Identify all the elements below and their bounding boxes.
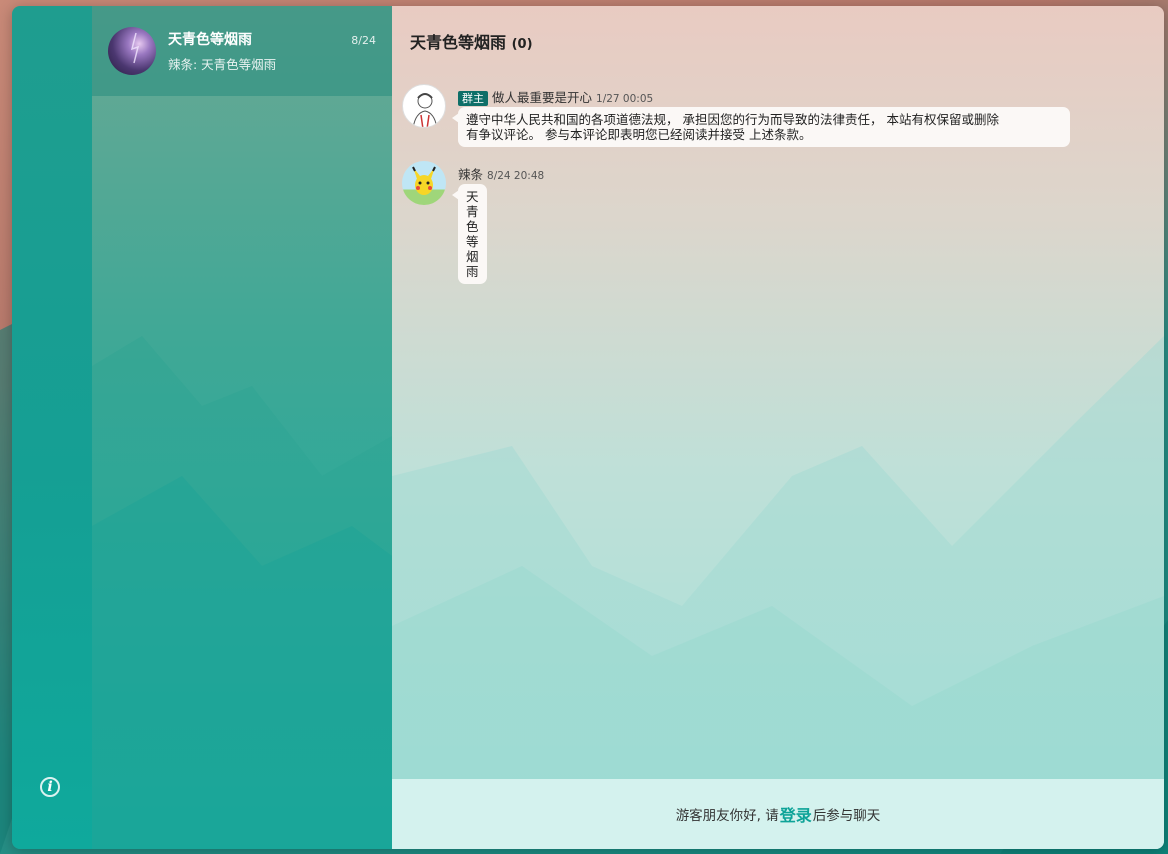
member-count: (0) bbox=[511, 37, 533, 52]
side-rail: i bbox=[12, 6, 92, 849]
chat-title-text: 天青色等烟雨 bbox=[410, 33, 507, 52]
conversation-title: 天青色等烟雨 bbox=[168, 32, 252, 48]
chat-footer: 游客朋友你好, 请 登录 后参与聊天 bbox=[392, 779, 1164, 849]
login-link[interactable]: 登录 bbox=[780, 802, 812, 826]
info-icon[interactable]: i bbox=[40, 777, 60, 797]
footer-prefix: 游客朋友你好, 请 bbox=[675, 808, 779, 824]
message-text: 遵守中华人民共和国的各项道德法规， 承担因您的行为而导致的法律责任， 本站有权保… bbox=[466, 112, 999, 127]
message-text: 天青色等烟雨 bbox=[466, 189, 479, 279]
message-time: 1/27 00:05 bbox=[596, 93, 654, 105]
conversation-preview: 辣条: 天青色等烟雨 bbox=[168, 57, 277, 72]
conversation-list: 天青色等烟雨 8/24 辣条: 天青色等烟雨 bbox=[92, 6, 392, 849]
chat-window: i 天青色等烟雨 8/24 辣条: 天青色等烟雨 天青色等烟雨 (0) 群主 做… bbox=[12, 6, 1164, 849]
message-bubble: 天青色等烟雨 bbox=[452, 184, 487, 284]
message-user[interactable]: 辣条 bbox=[458, 167, 483, 182]
message-user[interactable]: 做人最重要是开心 bbox=[492, 90, 592, 105]
user-avatar[interactable] bbox=[402, 161, 446, 205]
owner-badge: 群主 bbox=[458, 91, 488, 106]
message-meta: 群主 做人最重要是开心 1/27 00:05 bbox=[458, 87, 653, 106]
footer-suffix: 后参与聊天 bbox=[812, 808, 881, 824]
message-bubble: 遵守中华人民共和国的各项道德法规， 承担因您的行为而导致的法律责任， 本站有权保… bbox=[452, 107, 1070, 147]
message-time: 8/24 20:48 bbox=[487, 170, 545, 182]
message-text: 有争议评论。 参与本评论即表明您已经阅读并接受 上述条款。 bbox=[466, 127, 812, 142]
conversation-item[interactable]: 天青色等烟雨 8/24 辣条: 天青色等烟雨 bbox=[92, 6, 392, 96]
mountain-backdrop bbox=[92, 336, 392, 849]
conversation-avatar bbox=[108, 27, 156, 75]
chat-title: 天青色等烟雨 (0) bbox=[410, 29, 533, 53]
message-meta: 辣条 8/24 20:48 bbox=[458, 164, 544, 183]
chat-panel: 天青色等烟雨 (0) 群主 做人最重要是开心 1/27 00:05 遵守中华人民共和… bbox=[392, 6, 1164, 849]
conversation-date: 8/24 bbox=[351, 34, 376, 47]
user-avatar[interactable] bbox=[402, 84, 446, 128]
